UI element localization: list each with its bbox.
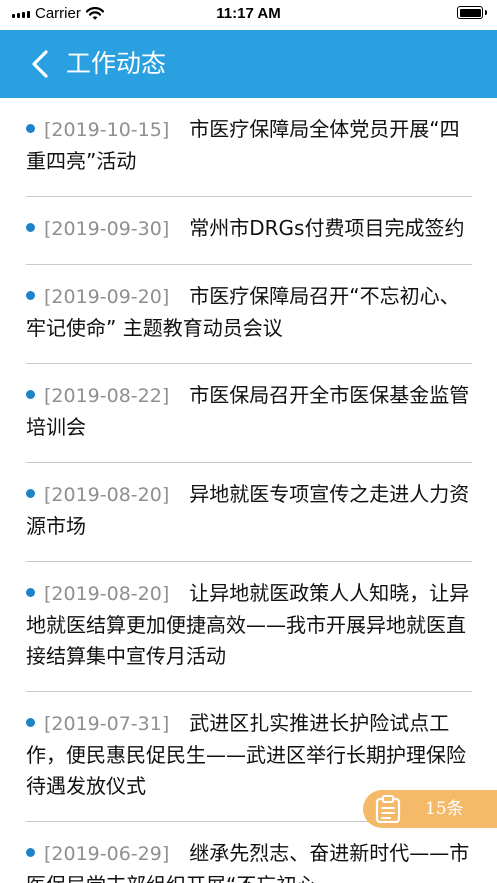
news-date: [2019-09-20]	[44, 286, 170, 308]
news-date: [2019-08-22]	[44, 385, 170, 407]
news-date: [2019-07-31]	[44, 713, 170, 735]
battery-icon	[457, 6, 487, 19]
news-item[interactable]: [2019-08-20] 让异地就医政策人人知晓，让异地就医结算更加便捷高效——我…	[26, 562, 472, 692]
navigation-bar: 工作动态	[0, 30, 497, 98]
clock: 11:17 AM	[216, 5, 281, 22]
news-title: 常州市DRGs付费项目完成签约	[189, 216, 465, 240]
bullet-dot	[26, 718, 35, 727]
news-item[interactable]: [2019-10-15] 市医疗保障局全体党员开展“四重四亮”活动	[26, 98, 472, 197]
page-title: 工作动态	[66, 49, 167, 78]
news-item[interactable]: [2019-08-22] 市医保局召开全市医保基金监管培训会	[26, 364, 472, 463]
item-count-button[interactable]: 15条	[363, 790, 497, 828]
bullet-dot	[26, 291, 35, 300]
chevron-left-icon[interactable]	[26, 48, 54, 80]
clipboard-list-icon	[375, 795, 401, 823]
news-date: [2019-06-29]	[44, 843, 170, 865]
bullet-dot	[26, 124, 35, 133]
news-date: [2019-09-30]	[44, 218, 170, 240]
bullet-dot	[26, 489, 35, 498]
bullet-dot	[26, 848, 35, 857]
news-date: [2019-08-20]	[44, 484, 170, 506]
news-list: [2019-10-15] 市医疗保障局全体党员开展“四重四亮”活动 [2019-0…	[0, 98, 497, 883]
status-bar: Carrier 11:17 AM	[0, 0, 497, 30]
bullet-dot	[26, 588, 35, 597]
bullet-dot	[26, 390, 35, 399]
news-date: [2019-08-20]	[44, 583, 170, 605]
bullet-dot	[26, 223, 35, 232]
news-item[interactable]: [2019-09-20] 市医疗保障局召开“不忘初心、牢记使命” 主题教育动员会议	[26, 265, 472, 364]
news-item[interactable]: [2019-06-29]继承先烈志、奋进新时代——市医保局党支部组织开展“不忘初…	[26, 822, 472, 883]
news-item[interactable]: [2019-08-20] 异地就医专项宣传之走进人力资源市场	[26, 463, 472, 562]
item-count-label: 15条	[425, 799, 464, 819]
news-item[interactable]: [2019-09-30] 常州市DRGs付费项目完成签约	[26, 197, 472, 265]
news-date: [2019-10-15]	[44, 119, 170, 141]
